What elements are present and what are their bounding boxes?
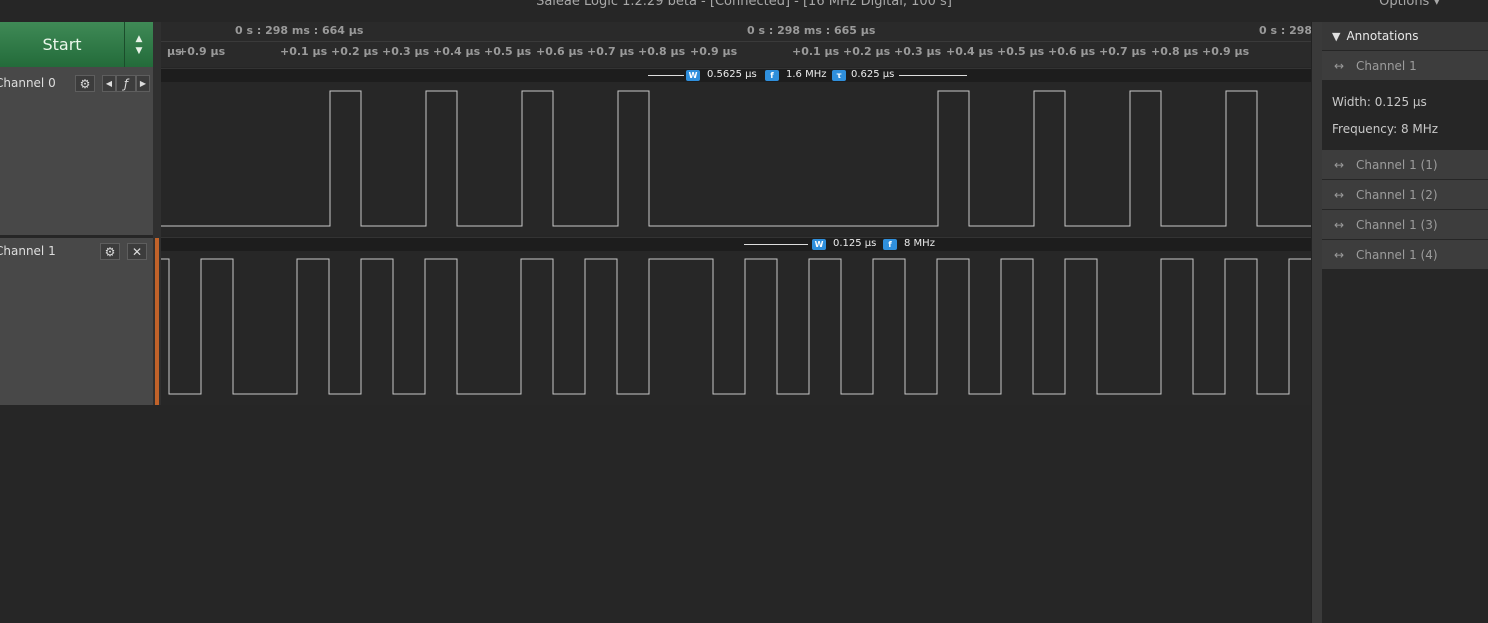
- next-edge-button[interactable]: ▶: [136, 75, 150, 92]
- triangle-down-icon: ▼: [1332, 29, 1341, 43]
- left-arrow-icon: ◀: [105, 79, 113, 88]
- ruler-tick-label: +0.7 µs: [1099, 45, 1147, 58]
- channel-0-waveform[interactable]: [161, 82, 1311, 235]
- annotations-header[interactable]: ▼ Annotations: [1322, 22, 1488, 50]
- ruler-tick-label: +0.8 µs: [638, 45, 686, 58]
- annotation-label: Channel 1: [1356, 58, 1417, 73]
- period-marker-icon: τ: [832, 70, 846, 81]
- channel-0-measurement-bar: W 0.5625 µs f 1.6 MHz τ 0.625 µs: [161, 68, 1311, 83]
- frequency-marker-icon: f: [765, 70, 779, 81]
- time-ruler[interactable]: 0 s : 298 ms : 664 µs 0 s : 298 ms : 665…: [161, 22, 1311, 67]
- ruler-tick-label: +0.8 µs: [1151, 45, 1199, 58]
- annotations-panel: ▼ Annotations ↔ Channel 1 Width: 0.125 µ…: [1322, 22, 1488, 623]
- ruler-tick-label: +0.4 µs: [433, 45, 481, 58]
- ruler-tick-label: +0.2 µs: [843, 45, 891, 58]
- annotation-item[interactable]: ↔ Channel 1 (4): [1322, 239, 1488, 269]
- annotation-item[interactable]: ↔ Channel 1: [1322, 50, 1488, 80]
- right-arrow-icon: ▶: [139, 79, 147, 88]
- width-marker-icon: W: [812, 239, 826, 250]
- annotation-label: Channel 1 (2): [1356, 187, 1438, 202]
- ruler-tick-label: +0.4 µs: [946, 45, 994, 58]
- annotation-item[interactable]: ↔ Channel 1 (3): [1322, 209, 1488, 239]
- channel-1-accent: [155, 238, 159, 405]
- frequency-marker-icon: f: [883, 239, 897, 250]
- triangle-down-icon: ▼: [135, 45, 143, 56]
- width-marker-icon: W: [686, 70, 700, 81]
- gear-icon: ⚙: [79, 76, 91, 91]
- prev-edge-button[interactable]: ◀: [102, 75, 116, 92]
- ruler-tick-label: +0.5 µs: [484, 45, 532, 58]
- edge-trigger-button[interactable]: ƒ: [116, 75, 136, 92]
- double-arrow-icon: ↔: [1333, 157, 1345, 172]
- channel-1-label: Channel 1: [0, 244, 56, 258]
- period-measurement: 0.625 µs: [851, 69, 895, 80]
- measure-width-line: [744, 244, 808, 245]
- options-button[interactable]: Options ▾: [1379, 0, 1440, 9]
- ruler-major-label: 0 s : 298 ms : 664 µs: [235, 24, 364, 37]
- channel-1-signal: [161, 258, 1311, 395]
- ruler-tick-label: +0.9 µs: [1202, 45, 1250, 58]
- channel-1-close-button[interactable]: ✕: [127, 243, 147, 260]
- ruler-tick-label: +0.3 µs: [382, 45, 430, 58]
- ruler-major-label: 0 s : 298 ms : 665 µs: [747, 24, 876, 37]
- annotation-label: Channel 1 (3): [1356, 217, 1438, 232]
- ruler-tick-label: +0.1 µs: [280, 45, 328, 58]
- edge-trigger-icon: ƒ: [123, 76, 129, 91]
- start-button[interactable]: Start: [0, 22, 125, 67]
- title-bar: Saleae Logic 1.2.29 beta - [Connected] -…: [0, 0, 1488, 22]
- close-icon: ✕: [131, 244, 143, 259]
- channel-0-label: Channel 0: [0, 76, 56, 90]
- width-measurement: 0.5625 µs: [707, 69, 757, 80]
- annotation-label: Channel 1 (1): [1356, 157, 1438, 172]
- annotation-label: Channel 1 (4): [1356, 247, 1438, 262]
- channel-1-measurement-bar: W 0.125 µs f 8 MHz: [161, 237, 1311, 252]
- annotation-frequency: Frequency: 8 MHz: [1332, 122, 1439, 136]
- double-arrow-icon: ↔: [1333, 217, 1345, 232]
- annotation-item[interactable]: ↔ Channel 1 (1): [1322, 149, 1488, 179]
- ruler-divider: [161, 41, 1311, 42]
- ruler-tick-label: +0.6 µs: [1048, 45, 1096, 58]
- double-arrow-icon: ↔: [1333, 247, 1345, 262]
- frequency-measurement: 1.6 MHz: [786, 69, 827, 80]
- ruler-tick-label: +0.7 µs: [587, 45, 635, 58]
- channel-0-signal: [161, 90, 1311, 227]
- gear-icon: ⚙: [104, 244, 116, 259]
- channel-1-settings-button[interactable]: ⚙: [100, 243, 120, 260]
- annotation-width: Width: 0.125 µs: [1332, 95, 1427, 109]
- measure-width-line: [648, 75, 684, 76]
- channel-0-settings-button[interactable]: ⚙: [75, 75, 95, 92]
- channel-1-waveform[interactable]: [161, 251, 1311, 405]
- ruler-tick-label: +0.2 µs: [331, 45, 379, 58]
- window-title: Saleae Logic 1.2.29 beta - [Connected] -…: [536, 0, 952, 9]
- channel-0-trigger-controls: ◀ ƒ ▶: [102, 75, 150, 92]
- triangle-up-icon: ▲: [135, 33, 143, 44]
- ruler-tick-label: +0.1 µs: [792, 45, 840, 58]
- ruler-tick-label: +0.5 µs: [997, 45, 1045, 58]
- start-options-button[interactable]: ▲ ▼: [125, 22, 153, 67]
- ruler-tick-label: +0.9 µs: [178, 45, 226, 58]
- annotations-title: Annotations: [1346, 29, 1419, 43]
- double-arrow-icon: ↔: [1333, 58, 1345, 73]
- measure-period-line: [899, 75, 967, 76]
- ruler-major-label: 0 s : 298: [1259, 24, 1311, 37]
- ruler-tick-label: +0.3 µs: [894, 45, 942, 58]
- ruler-tick-label: +0.9 µs: [690, 45, 738, 58]
- frequency-measurement: 8 MHz: [904, 238, 935, 249]
- annotation-item[interactable]: ↔ Channel 1 (2): [1322, 179, 1488, 209]
- double-arrow-icon: ↔: [1333, 187, 1345, 202]
- width-measurement: 0.125 µs: [833, 238, 877, 249]
- ruler-tick-label: +0.6 µs: [536, 45, 584, 58]
